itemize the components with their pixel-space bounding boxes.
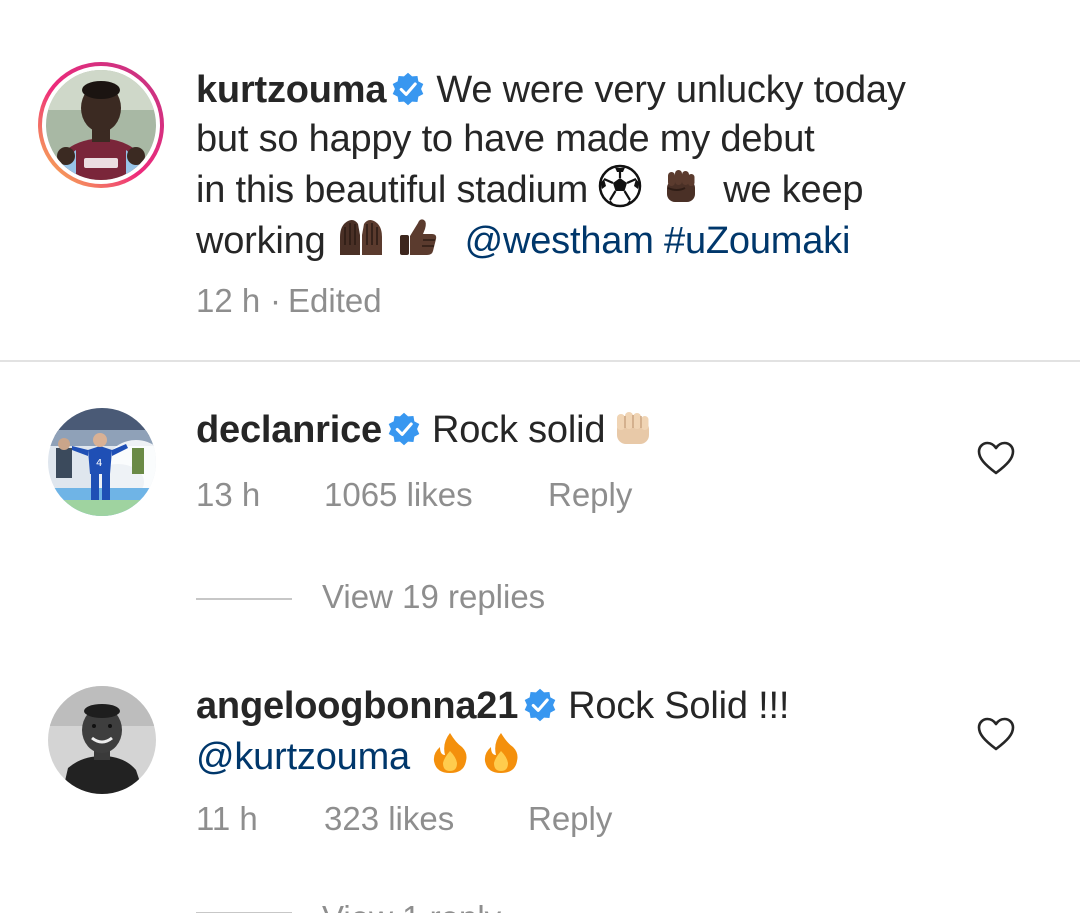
commenter-avatar[interactable]: 4 xyxy=(48,408,156,516)
heart-icon[interactable] xyxy=(976,716,1016,752)
soccer-ball-emoji xyxy=(599,164,642,208)
comment-text: declanrice Rock solid xyxy=(196,406,996,455)
caption-separator: · xyxy=(270,282,281,319)
fire-emoji xyxy=(434,733,467,773)
caption-line-3: in this beautiful stadium we keep xyxy=(196,164,996,215)
caption-line-4: working @westham #uZoumaki xyxy=(196,215,996,266)
thumbs-up-emoji xyxy=(400,219,437,255)
view-replies-label[interactable]: View 19 replies xyxy=(322,578,545,616)
comment-item: angeloogbonna21 Rock Solid !!! @kurtzouma… xyxy=(0,652,1080,913)
mention-link[interactable]: @kurtzouma xyxy=(196,736,410,778)
comment-username[interactable]: angeloogbonna21 xyxy=(196,685,518,727)
view-replies-line xyxy=(196,598,292,600)
svg-text:4: 4 xyxy=(96,458,102,469)
hashtag-link[interactable]: #uZoumaki xyxy=(664,220,850,262)
caption-text: kurtzouma We were very unlucky today but … xyxy=(196,66,996,266)
fire-emoji xyxy=(484,733,518,773)
view-replies-label[interactable]: View 1 reply xyxy=(322,900,501,913)
comment-text: angeloogbonna21 Rock Solid !!! @kurtzouma xyxy=(196,682,996,782)
caption-text-line-3a: in this beautiful stadium xyxy=(196,169,589,211)
caption-timestamp: 12 h xyxy=(196,282,261,319)
caption-text-line-2: but so happy to have made my debut xyxy=(196,118,815,160)
raised-hands-emoji xyxy=(339,220,382,255)
reply-button[interactable]: Reply xyxy=(528,800,612,838)
comment-username[interactable]: declanrice xyxy=(196,409,382,451)
comment-timestamp: 11 h xyxy=(196,800,258,837)
comment-body: Rock Solid !!! xyxy=(568,685,790,727)
commenter-avatar[interactable] xyxy=(48,686,156,794)
comment-body: Rock solid xyxy=(432,409,606,451)
caption-text-line-1: We were very unlucky today xyxy=(436,69,906,111)
caption-edited-label: Edited xyxy=(288,282,382,319)
verified-badge-icon xyxy=(393,72,424,106)
comment-timestamp: 13 h xyxy=(196,476,261,513)
caption-text-line-3b: we keep xyxy=(723,169,864,211)
caption-text-line-4a: working xyxy=(196,220,326,262)
verified-badge-icon xyxy=(524,688,556,722)
caption-username[interactable]: kurtzouma xyxy=(196,69,387,111)
heart-icon[interactable] xyxy=(976,440,1016,476)
comment-item: 4 declanrice Rock solid 13 h 1065 likes R… xyxy=(0,362,1080,652)
fist-emoji xyxy=(666,170,695,202)
view-replies-button-cut[interactable]: View 1 reply xyxy=(196,900,696,913)
comment-likes-count[interactable]: 323 likes xyxy=(324,800,454,838)
mention-link[interactable]: @westham xyxy=(465,220,654,262)
caption-block: kurtzouma We were very unlucky today but … xyxy=(0,0,1080,360)
caption-line-1: kurtzouma We were very unlucky today xyxy=(196,66,996,115)
reply-button[interactable]: Reply xyxy=(548,476,632,514)
caption-avatar[interactable] xyxy=(36,60,166,190)
fist-emoji xyxy=(617,412,650,444)
comment-likes-count[interactable]: 1065 likes xyxy=(324,476,473,514)
verified-badge-icon xyxy=(388,412,420,446)
